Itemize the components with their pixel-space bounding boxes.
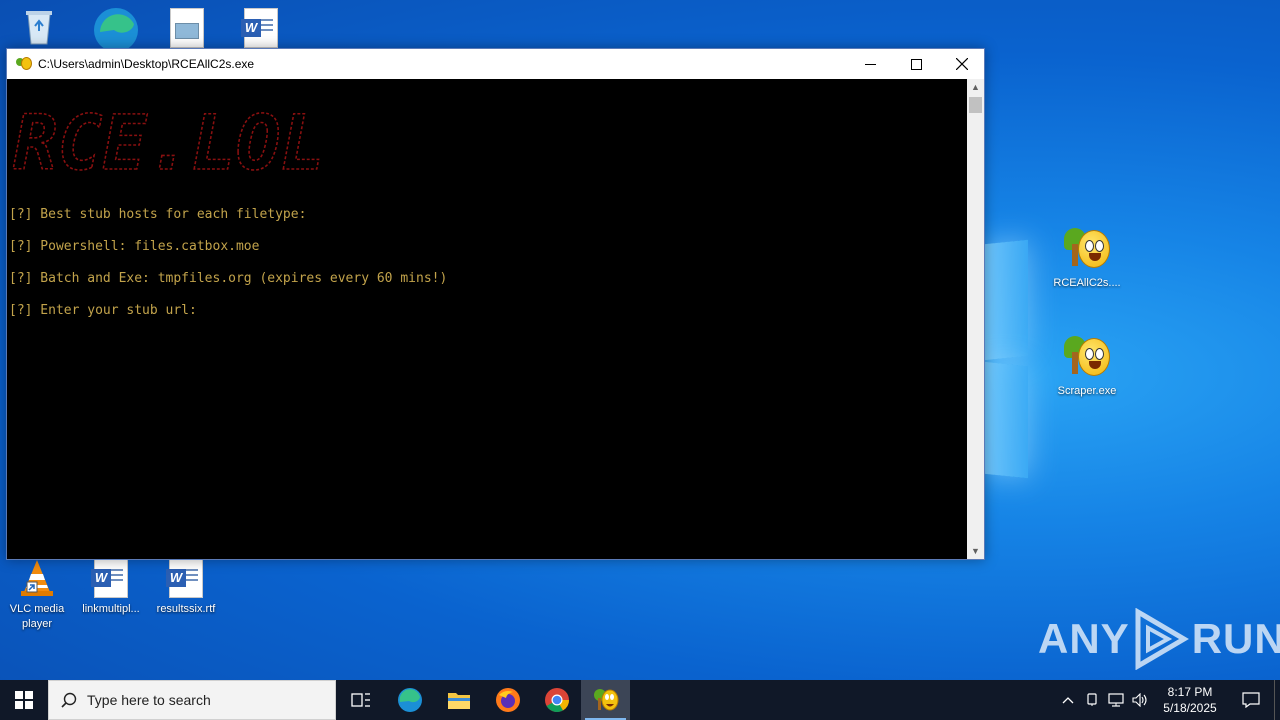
system-tray: 8:17 PM 5/18/2025 (1056, 680, 1280, 720)
console-window[interactable]: C:\Users\admin\Desktop\RCEAllC2s.exe RCE… (6, 48, 985, 560)
taskbar-clock[interactable]: 8:17 PM 5/18/2025 (1152, 684, 1228, 716)
action-center-button[interactable] (1228, 680, 1274, 720)
taskbar-file-explorer[interactable] (434, 680, 483, 720)
desktop-icon-vlc[interactable]: VLC media player (0, 558, 74, 632)
network-tray-button[interactable] (1104, 680, 1128, 720)
image-file-icon (170, 8, 204, 48)
maximize-button[interactable] (893, 49, 939, 79)
minimize-button[interactable] (847, 49, 893, 79)
recycle-bin-icon (19, 6, 59, 46)
window-titlebar[interactable]: C:\Users\admin\Desktop\RCEAllC2s.exe (7, 49, 984, 79)
taskbar-edge[interactable] (385, 680, 434, 720)
task-view-icon (350, 693, 370, 707)
desktop-icon-recycle-bin[interactable] (2, 6, 76, 50)
clock-time: 8:17 PM (1167, 685, 1213, 699)
search-placeholder: Type here to search (87, 692, 211, 708)
ascii-banner: RCE.LOL (12, 107, 326, 177)
smiley-palm-icon (1062, 226, 1112, 272)
clock-date: 5/18/2025 (1163, 701, 1217, 715)
show-hidden-icons-button[interactable] (1056, 680, 1080, 720)
firefox-icon (495, 688, 520, 712)
word-document-icon: W (91, 558, 128, 598)
start-button[interactable] (0, 680, 48, 720)
scroll-up-arrow-icon[interactable]: ▲ (967, 79, 984, 95)
console-line: [?] Best stub hosts for each filetype: (9, 207, 307, 222)
close-icon (956, 58, 968, 70)
notification-icon (1242, 692, 1260, 708)
taskbar-search-box[interactable]: Type here to search (48, 680, 336, 720)
vertical-scrollbar[interactable]: ▲ ▼ (967, 79, 984, 559)
folder-icon (447, 693, 470, 709)
search-icon (61, 692, 77, 708)
chevron-up-icon (1062, 697, 1074, 704)
taskbar-chrome[interactable] (532, 680, 581, 720)
app-icon (16, 56, 32, 72)
console-output[interactable]: RCE.LOL [?] Best stub hosts for each fil… (7, 79, 968, 559)
close-button[interactable] (939, 49, 985, 79)
scrollbar-thumb[interactable] (969, 97, 982, 113)
smiley-palm-icon (1062, 334, 1112, 380)
word-document-icon: W (241, 8, 278, 48)
taskbar: Type here to search 8:17 PM 5/18/2025 (0, 680, 1280, 720)
desktop-icon-edge[interactable] (75, 6, 149, 52)
console-line: [?] Powershell: files.catbox.moe (9, 239, 260, 254)
chrome-icon (544, 688, 569, 713)
device-tray-button[interactable] (1080, 680, 1104, 720)
windows-start-icon (15, 691, 33, 709)
edge-icon (397, 688, 422, 712)
play-triangle-icon (1135, 608, 1189, 670)
show-desktop-button[interactable] (1274, 680, 1280, 720)
desktop-icon-resultssix[interactable]: W resultssix.rtf (149, 558, 223, 617)
desktop-icon-image-file[interactable] (150, 8, 224, 52)
taskbar-firefox[interactable] (483, 680, 532, 720)
ascii-banner-text: RCE.LOL (13, 107, 325, 177)
desktop: W RCEAllC2s.... Scraper.exe VLC media pl… (0, 0, 1280, 680)
smiley-palm-icon (593, 689, 618, 711)
maximize-icon (910, 58, 922, 70)
vlc-cone-icon (17, 558, 57, 598)
network-icon (1108, 693, 1124, 707)
watermark-right-text: RUN (1191, 615, 1280, 662)
speaker-icon (1132, 693, 1147, 707)
watermark-left-text: ANY (1038, 615, 1130, 662)
console-line: [?] Batch and Exe: tmpfiles.org (expires… (9, 271, 448, 286)
scroll-down-arrow-icon[interactable]: ▼ (967, 543, 984, 559)
volume-tray-button[interactable] (1128, 680, 1152, 720)
edge-icon (92, 6, 138, 52)
minimize-icon (864, 63, 876, 65)
task-view-button[interactable] (336, 680, 385, 720)
desktop-icon-scraper[interactable]: Scraper.exe (1050, 334, 1124, 399)
console-prompt[interactable]: [?] Enter your stub url: (9, 303, 197, 318)
window-title: C:\Users\admin\Desktop\RCEAllC2s.exe (38, 57, 255, 71)
desktop-icon-rceallc2s[interactable]: RCEAllC2s.... (1050, 226, 1124, 291)
desktop-icon-word-doc[interactable]: W (224, 8, 298, 52)
word-document-icon: W (166, 558, 203, 598)
desktop-icon-linkmultipl[interactable]: W linkmultipl... (74, 558, 148, 617)
anyrun-watermark: ANY RUN (1038, 608, 1280, 670)
taskbar-rceallc2s[interactable] (581, 680, 630, 720)
usb-device-icon (1087, 693, 1097, 706)
